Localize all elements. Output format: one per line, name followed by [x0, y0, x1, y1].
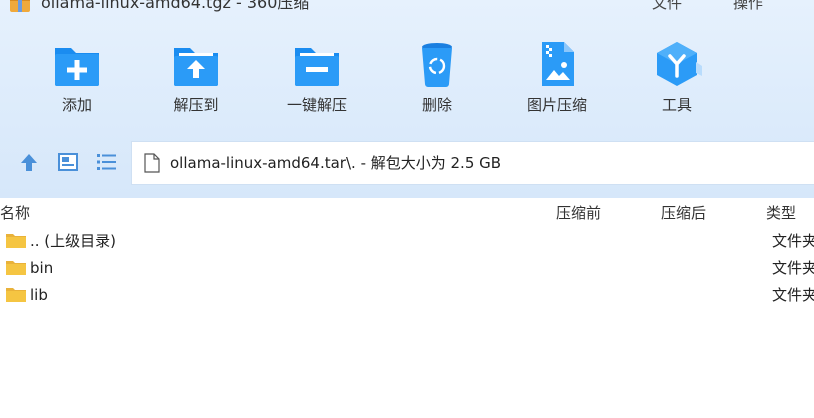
toolbar-delete-button[interactable]: 删除 [387, 40, 487, 120]
list-item-name: bin [30, 259, 54, 277]
archive-app-icon [10, 0, 30, 12]
list-item-type: 文件夹 [772, 286, 814, 304]
image-compress-icon [542, 42, 574, 86]
toolbar-extract-to-label: 解压到 [173, 96, 219, 114]
folder-icon [6, 234, 26, 248]
folder-icon [6, 288, 26, 302]
extract-folder-icon [174, 48, 218, 86]
recycle-bin-icon [422, 43, 452, 87]
list-header: 名称 压缩前 压缩后 类型 [0, 199, 814, 227]
address-path-text: ollama-linux-amd64.tar\. - 解包大小为 2.5 GB [170, 154, 502, 172]
menu-operation[interactable]: 操作 [733, 0, 763, 14]
column-header-original-size[interactable]: 压缩前 [556, 199, 601, 227]
column-header-compressed-size[interactable]: 压缩后 [661, 199, 706, 227]
one-click-extract-icon [295, 48, 339, 86]
list-item-type: 文件夹 [772, 232, 814, 250]
toolbar-tools-label: 工具 [661, 96, 692, 114]
toolbar-delete-label: 删除 [421, 96, 452, 114]
toolbar-add-label: 添加 [61, 96, 92, 114]
folder-icon [6, 261, 26, 275]
menu-file[interactable]: 文件 [652, 0, 682, 14]
toolbar-tools-button[interactable]: 工具 [627, 40, 727, 120]
list-item-type: 文件夹 [772, 259, 814, 277]
list-item[interactable]: .. (上级目录) 文件夹 [0, 228, 814, 255]
toolbar-add-button[interactable]: 添加 [27, 40, 127, 120]
column-header-name[interactable]: 名称 [0, 199, 30, 227]
window-title: ollama-linux-amd64.tgz - 360压缩 [41, 0, 310, 12]
toolbar-image-compress-label: 图片压缩 [526, 96, 587, 114]
list-view-icon[interactable] [95, 150, 119, 174]
toolbar-image-compress-button[interactable]: 图片压缩 [507, 40, 607, 120]
list-item[interactable]: bin 文件夹 [0, 255, 814, 282]
file-icon [144, 153, 160, 173]
list-item[interactable]: lib 文件夹 [0, 282, 814, 309]
address-bar[interactable]: ollama-linux-amd64.tar\. - 解包大小为 2.5 GB [131, 141, 814, 185]
top-panel: ollama-linux-amd64.tgz - 360压缩 文件 操作 添加 … [0, 0, 814, 198]
list-item-name: .. (上级目录) [30, 232, 117, 250]
toolbar-one-click-extract-button[interactable]: 一键解压 [267, 40, 367, 120]
thumbnail-view-icon[interactable] [56, 150, 80, 174]
add-folder-icon [55, 48, 99, 86]
tools-cube-icon [657, 42, 702, 86]
up-arrow-icon[interactable] [17, 150, 41, 174]
list-item-name: lib [30, 286, 48, 304]
column-header-type[interactable]: 类型 [766, 199, 796, 227]
toolbar-extract-to-button[interactable]: 解压到 [146, 40, 246, 120]
toolbar-one-click-extract-label: 一键解压 [286, 96, 347, 114]
title-bar: ollama-linux-amd64.tgz - 360压缩 文件 操作 [0, 0, 814, 22]
